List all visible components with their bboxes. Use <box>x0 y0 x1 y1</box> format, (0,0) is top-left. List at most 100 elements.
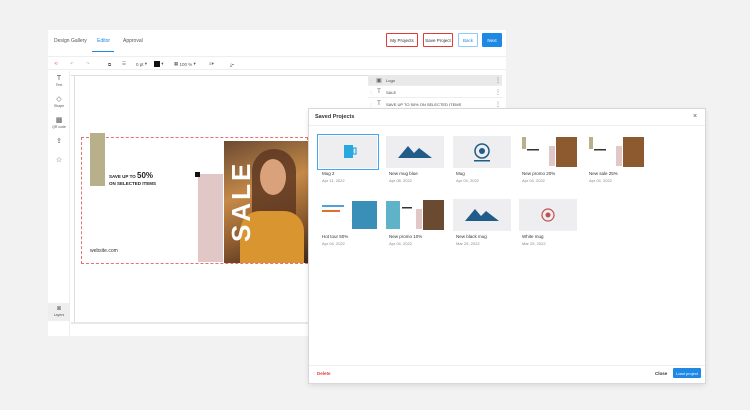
close-icon[interactable]: × <box>693 113 697 120</box>
active-tab-indicator <box>92 51 114 52</box>
project-card[interactable]: New mug blue Apr 08, 2022 <box>386 136 444 188</box>
tab-design-gallery[interactable]: Design Gallery <box>54 38 87 44</box>
project-card[interactable]: Mug Apr 04, 2022 <box>453 136 511 188</box>
ruler-horizontal <box>71 71 368 76</box>
text-icon: T <box>377 89 381 95</box>
more-icon[interactable]: ⋮ <box>494 89 502 96</box>
shape-icon: ◇ <box>56 96 62 103</box>
sale-banner-thumb <box>519 136 577 168</box>
stroke-width-value: 0 pt <box>136 61 144 67</box>
website-text[interactable]: website.com <box>90 248 118 254</box>
save-percent: 50% <box>137 171 154 180</box>
project-date: Apr 04, 2022 <box>589 178 612 183</box>
load-project-button[interactable]: Load project <box>673 368 701 378</box>
stroke-width-select[interactable]: 0 pt ▾ <box>136 59 147 69</box>
left-tool-rail: T Text ◇ Shape ▩ QR code ⇪ ☆ ⧈ Layers <box>48 71 70 336</box>
arrange-icon[interactable]: ≡▾ <box>209 59 214 69</box>
project-name: New black mug <box>456 234 487 239</box>
tour-banner-thumb <box>319 199 377 231</box>
next-button[interactable]: Next <box>482 33 502 47</box>
save-project-button[interactable]: Save Project <box>423 33 453 47</box>
selected-items-text[interactable]: ON SELECTED ITEMS <box>109 181 156 186</box>
sale-banner-thumb <box>586 136 644 168</box>
project-name: New promo 10% <box>389 234 423 239</box>
text-icon: T <box>377 101 381 107</box>
rail-qr-label: QR code <box>52 125 66 129</box>
layers-icon: ⧈ <box>56 305 62 312</box>
project-date: Apr 04, 2022 <box>522 178 545 183</box>
target-logo-icon <box>541 208 555 222</box>
project-thumbnail <box>386 136 444 168</box>
tab-editor[interactable]: Editor <box>97 38 110 44</box>
layer-row-sale[interactable]: ⋮ T SALE ⋮ <box>368 87 502 98</box>
project-thumbnail <box>519 199 577 231</box>
pink-rectangle[interactable] <box>198 174 223 262</box>
editor-toolbar: ⟲ ↶ ↷ ⧉ ☰ 0 pt ▾ ▾ ▦ 100 % ▾ ≡▾ ⤓▾ <box>48 56 506 70</box>
layer-name: Logo <box>386 77 395 83</box>
project-card[interactable]: White mug Mar 25, 2022 <box>519 199 577 251</box>
modal-title: Saved Projects <box>315 114 355 120</box>
project-card[interactable]: New promo 20% Apr 04, 2022 <box>519 136 577 188</box>
align-icon[interactable]: ☰ <box>122 59 126 69</box>
promo-banner-thumb <box>386 199 444 231</box>
color-picker[interactable]: ▾ <box>154 59 164 69</box>
opacity-select[interactable]: ▦ 100 % ▾ <box>174 59 196 69</box>
rail-qr-code[interactable]: ▩ QR code <box>48 117 70 129</box>
project-card[interactable]: New black mug Mar 25, 2022 <box>453 199 511 251</box>
layer-name: SALE <box>386 89 397 95</box>
project-name: Hot tour 50% <box>322 234 349 239</box>
my-projects-button[interactable]: My Projects <box>386 33 418 47</box>
rail-shape[interactable]: ◇ Shape <box>48 96 70 108</box>
project-name: New sale 25% <box>589 171 618 176</box>
rail-favorites[interactable]: ☆ <box>48 157 70 165</box>
undo-icon[interactable]: ↶ <box>70 59 74 69</box>
more-icon[interactable]: ⋮ <box>494 101 502 108</box>
black-square[interactable] <box>195 172 200 177</box>
project-thumbnail <box>317 134 379 170</box>
save-prefix: SAVE UP TO <box>109 174 138 179</box>
olive-rectangle[interactable] <box>90 133 105 186</box>
project-card[interactable]: New sale 25% Apr 04, 2022 <box>586 136 644 188</box>
modal-footer-divider <box>309 365 705 366</box>
text-icon: T <box>56 75 62 82</box>
star-icon: ☆ <box>55 157 63 164</box>
rail-layers[interactable]: ⧈ Layers <box>48 303 70 321</box>
project-name: New mug blue <box>389 171 418 176</box>
close-button[interactable]: Close <box>655 371 667 376</box>
tab-approval[interactable]: Approval <box>123 38 143 44</box>
upload-icon: ⇪ <box>56 138 62 145</box>
modal-header-divider <box>309 125 705 126</box>
project-thumbnail <box>386 199 444 231</box>
project-name: Mug <box>456 171 465 176</box>
project-thumbnail <box>519 136 577 168</box>
delete-button[interactable]: Delete <box>317 371 331 376</box>
project-thumbnail <box>319 199 377 231</box>
layer-row-logo[interactable]: ⋮ ▣ Logo ⋮ <box>368 75 502 86</box>
rail-upload[interactable]: ⇪ <box>48 138 70 146</box>
export-icon[interactable]: ⤓▾ <box>230 59 234 69</box>
reset-icon[interactable]: ⟲ <box>54 59 58 69</box>
redo-icon[interactable]: ↷ <box>86 59 90 69</box>
color-swatch <box>154 61 160 67</box>
sale-text[interactable]: SALE <box>226 150 256 252</box>
top-nav: Design Gallery Editor Approval My Projec… <box>48 30 506 52</box>
transparency-icon: ▦ <box>174 61 179 66</box>
blue-mug-icon <box>344 145 357 158</box>
rail-layers-label: Layers <box>53 313 65 317</box>
project-card[interactable]: New promo 10% Apr 04, 2022 <box>386 199 444 251</box>
back-button[interactable]: Back <box>458 33 478 47</box>
save-up-to-text[interactable]: SAVE UP TO 50% <box>109 171 153 180</box>
rail-shape-label: Shape <box>53 104 65 108</box>
project-card[interactable]: Mug 2 Apr 11, 2022 <box>317 134 379 188</box>
project-name: White mug <box>522 234 544 239</box>
more-icon[interactable]: ⋮ <box>494 77 502 84</box>
rail-text[interactable]: T Text <box>48 75 70 87</box>
project-card[interactable]: Hot tour 50% Apr 04, 2022 <box>319 199 377 251</box>
project-name: Mug 2 <box>322 171 335 176</box>
project-date: Apr 04, 2022 <box>389 241 412 246</box>
layer-name: SAVE UP TO 50% ON SELECTED ITEMS <box>386 101 462 107</box>
duplicate-icon[interactable]: ⧉ <box>108 59 111 69</box>
mountain-icon <box>398 146 432 158</box>
project-thumbnail <box>453 136 511 168</box>
project-date: Apr 11, 2022 <box>322 178 345 183</box>
